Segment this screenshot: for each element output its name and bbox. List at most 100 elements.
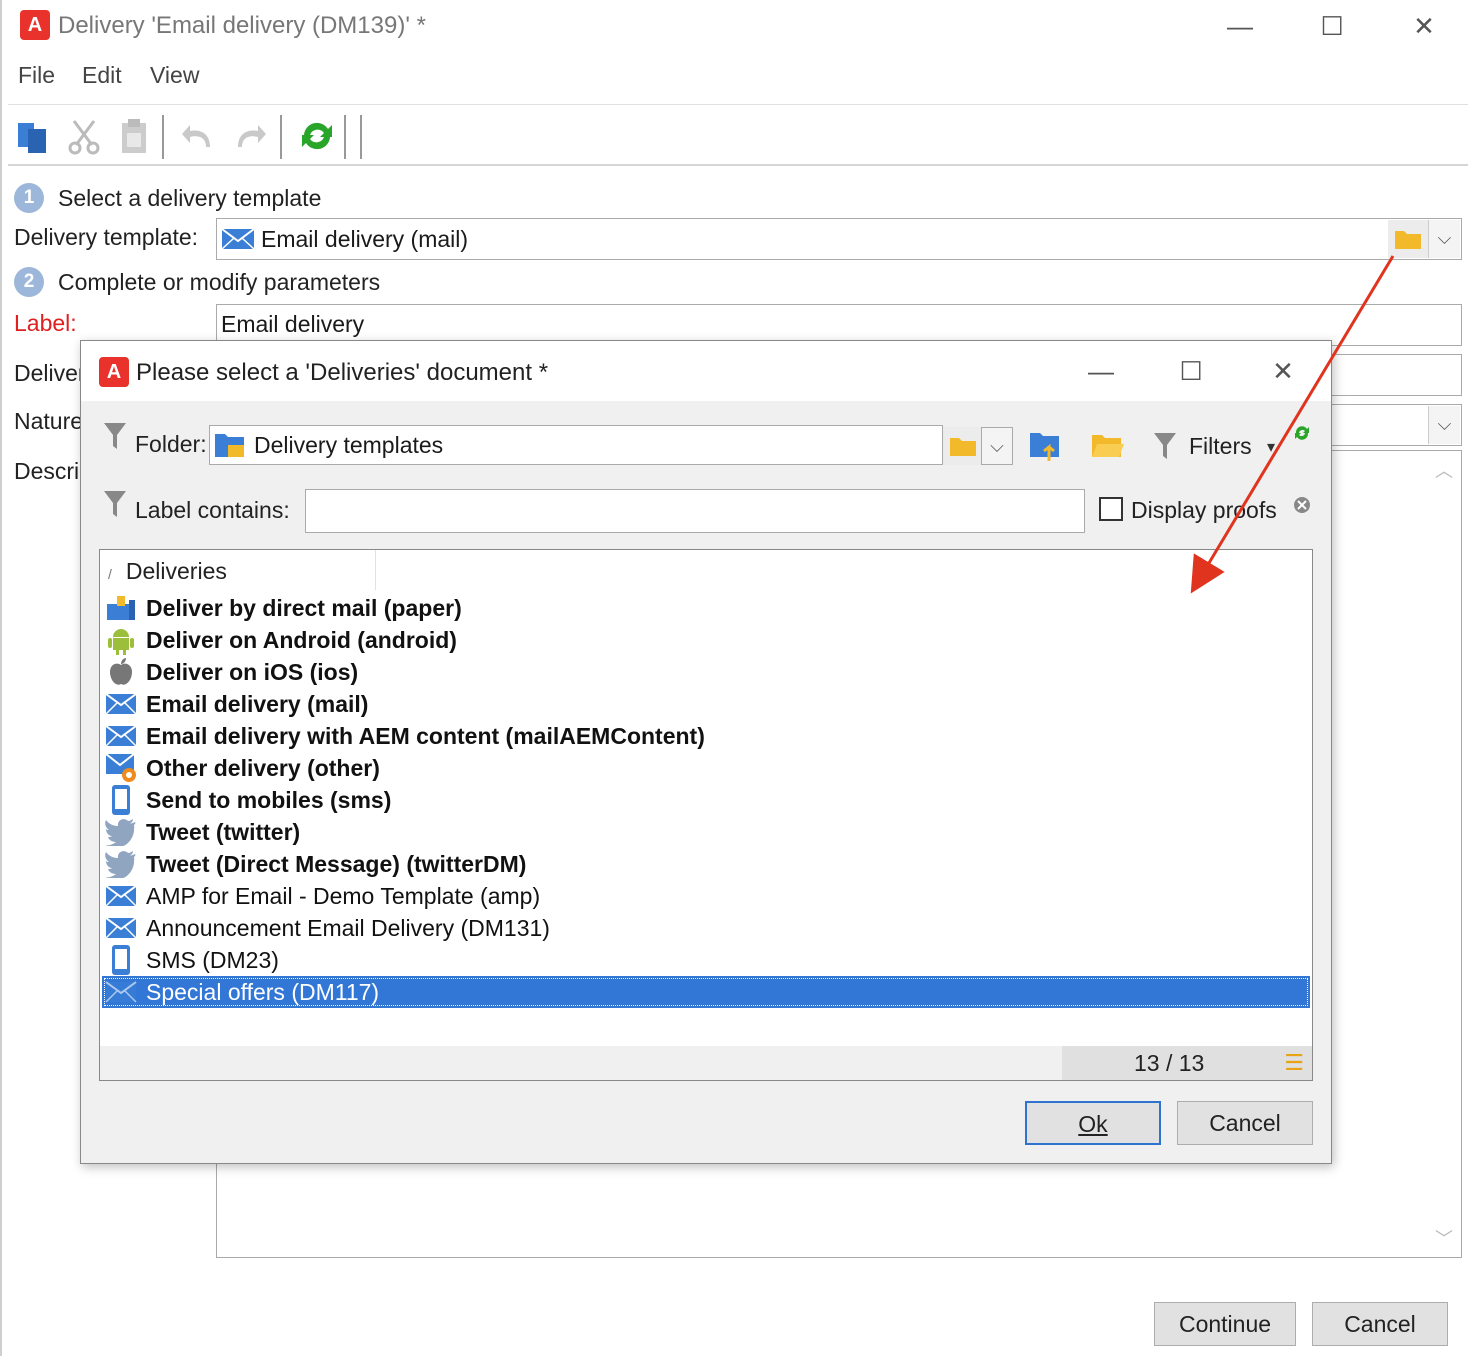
list-item[interactable]: Other delivery (other) bbox=[102, 752, 1310, 784]
list-item-label: Email delivery with AEM content (mailAEM… bbox=[146, 722, 705, 749]
apple-icon bbox=[104, 657, 138, 687]
folder-icon bbox=[1395, 231, 1421, 249]
scroll-down-icon[interactable]: ﹀ bbox=[1435, 1225, 1453, 1251]
title-bar: A Delivery 'Email delivery (DM139)' * — … bbox=[2, 0, 1468, 52]
select-document-dialog: A Please select a 'Deliveries' document … bbox=[80, 340, 1332, 1164]
list-item-label: Deliver by direct mail (paper) bbox=[146, 594, 462, 621]
list-item[interactable]: Email delivery with AEM content (mailAEM… bbox=[102, 720, 1310, 752]
delivery-template-field[interactable]: Email delivery (mail) bbox=[216, 218, 1462, 260]
delivery-template-value: Email delivery (mail) bbox=[261, 225, 469, 252]
list-item[interactable]: Tweet (Direct Message) (twitterDM) bbox=[102, 848, 1310, 880]
copy-icon[interactable] bbox=[16, 117, 54, 155]
maximize-button[interactable]: ☐ bbox=[1302, 6, 1362, 46]
display-proofs-checkbox[interactable] bbox=[1099, 497, 1123, 521]
list-item-label: AMP for Email - Demo Template (amp) bbox=[146, 882, 541, 909]
list-item[interactable]: Announcement Email Delivery (DM131) bbox=[102, 912, 1310, 944]
close-button[interactable]: ✕ bbox=[1394, 6, 1454, 46]
label-contains-input[interactable] bbox=[305, 489, 1085, 533]
list-item[interactable]: Tweet (twitter) bbox=[102, 816, 1310, 848]
sort-indicator-icon: / bbox=[108, 566, 112, 582]
label-field-label: Label: bbox=[14, 310, 77, 336]
envelope-icon bbox=[104, 689, 138, 719]
folder-label: Folder: bbox=[135, 431, 207, 457]
list-column-header[interactable]: / Deliveries bbox=[100, 550, 376, 590]
step-2-number: 2 bbox=[14, 267, 44, 297]
paste-icon[interactable] bbox=[116, 117, 154, 155]
dialog-minimize-button[interactable]: — bbox=[1071, 351, 1131, 391]
filter-icon bbox=[103, 421, 127, 451]
filters-funnel-icon[interactable] bbox=[1153, 431, 1177, 461]
android-icon bbox=[104, 625, 138, 655]
folder-dropdown-button[interactable]: ⌵ bbox=[981, 427, 1013, 465]
step-1: 1 Select a delivery template bbox=[14, 182, 321, 214]
cut-icon[interactable] bbox=[66, 117, 104, 155]
undo-icon[interactable] bbox=[180, 117, 218, 155]
dialog-close-button[interactable]: ✕ bbox=[1253, 351, 1313, 391]
list-header-label: Deliveries bbox=[125, 558, 227, 584]
description-label: Descri bbox=[14, 458, 80, 484]
menu-edit[interactable]: Edit bbox=[82, 62, 122, 89]
adobe-app-icon: A bbox=[20, 10, 50, 40]
list-footer: 13 / 13 ☰ bbox=[100, 1046, 1312, 1080]
list-item-label: Special offers (DM117) bbox=[146, 978, 380, 1005]
filters-button[interactable]: Filters bbox=[1189, 433, 1252, 460]
folder-value: Delivery templates bbox=[254, 431, 444, 458]
filter-icon bbox=[103, 489, 127, 519]
dialog-title: Please select a 'Deliveries' document * bbox=[136, 359, 549, 386]
cancel-button[interactable]: Cancel bbox=[1312, 1302, 1448, 1346]
list-item[interactable]: Email delivery (mail) bbox=[102, 688, 1310, 720]
refresh-icon[interactable] bbox=[298, 117, 336, 155]
redo-icon[interactable] bbox=[230, 117, 268, 155]
template-dropdown-button[interactable]: ⌵ bbox=[1428, 220, 1460, 258]
dialog-title-bar: A Please select a 'Deliveries' document … bbox=[81, 341, 1331, 401]
filters-dropdown-icon[interactable]: ▾ bbox=[1267, 437, 1275, 457]
menu-file[interactable]: File bbox=[18, 62, 55, 89]
window-title: Delivery 'Email delivery (DM139)' * bbox=[58, 12, 426, 39]
twitter-icon bbox=[104, 849, 138, 879]
list-item[interactable]: AMP for Email - Demo Template (amp) bbox=[102, 880, 1310, 912]
scroll-up-icon[interactable]: ︿ bbox=[1435, 457, 1453, 483]
minimize-button[interactable]: — bbox=[1210, 6, 1270, 46]
dialog-maximize-button[interactable]: ☐ bbox=[1161, 351, 1221, 391]
folder-field[interactable]: Delivery templates bbox=[209, 425, 943, 465]
folder-browse-button[interactable] bbox=[943, 427, 983, 465]
toolbar-separator bbox=[360, 115, 362, 159]
list-item[interactable]: Special offers (DM117) bbox=[102, 976, 1310, 1008]
menu-view[interactable]: View bbox=[150, 62, 199, 89]
deliveries-list: / Deliveries Deliver by direct mail (pape… bbox=[99, 549, 1313, 1081]
list-item[interactable]: Deliver on iOS (ios) bbox=[102, 656, 1310, 688]
list-item-label: Tweet (Direct Message) (twitterDM) bbox=[146, 850, 527, 877]
clear-filter-icon[interactable] bbox=[1293, 493, 1311, 520]
toolbar-separator bbox=[280, 115, 282, 159]
open-folder-icon[interactable] bbox=[1091, 431, 1125, 467]
ok-button[interactable]: Ok bbox=[1025, 1101, 1161, 1145]
dialog-cancel-button[interactable]: Cancel bbox=[1177, 1101, 1313, 1145]
step-2-label: Complete or modify parameters bbox=[58, 268, 381, 295]
list-item[interactable]: Deliver by direct mail (paper) bbox=[102, 592, 1310, 624]
delivery-code-label: Deliver bbox=[14, 360, 86, 386]
list-item[interactable]: Deliver on Android (android) bbox=[102, 624, 1310, 656]
folder-up-icon[interactable] bbox=[1029, 429, 1063, 469]
step-2: 2 Complete or modify parameters bbox=[14, 266, 380, 298]
delivery-template-label: Delivery template: bbox=[14, 224, 199, 250]
template-folder-button[interactable] bbox=[1388, 220, 1428, 258]
menu-lines-icon[interactable]: ☰ bbox=[1284, 1050, 1304, 1076]
twitter-icon bbox=[104, 817, 138, 847]
other-delivery-icon bbox=[104, 753, 138, 783]
envelope-icon bbox=[104, 977, 138, 1007]
envelope-icon bbox=[104, 913, 138, 943]
toolbar bbox=[8, 104, 1468, 166]
small-refresh-icon[interactable] bbox=[1293, 421, 1311, 448]
label-contains-label: Label contains: bbox=[135, 497, 290, 523]
list-item-label: Email delivery (mail) bbox=[146, 690, 369, 717]
envelope-icon bbox=[104, 721, 138, 751]
list-item[interactable]: SMS (DM23) bbox=[102, 944, 1310, 976]
nature-dropdown-button[interactable]: ⌵ bbox=[1428, 406, 1460, 444]
folder-icon bbox=[950, 438, 976, 456]
list-item-label: Deliver on Android (android) bbox=[146, 626, 457, 653]
list-item-label: Tweet (twitter) bbox=[146, 818, 301, 845]
list-item-label: Other delivery (other) bbox=[146, 754, 380, 781]
toolbar-separator bbox=[162, 115, 164, 159]
continue-button[interactable]: Continue bbox=[1154, 1302, 1296, 1346]
list-item[interactable]: Send to mobiles (sms) bbox=[102, 784, 1310, 816]
